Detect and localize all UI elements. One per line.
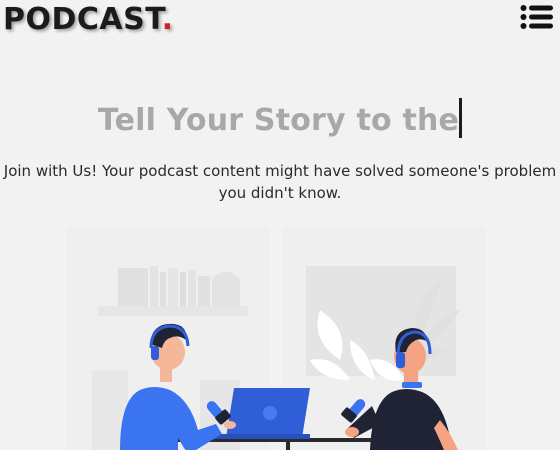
logo-text: PODCAST	[3, 2, 162, 37]
podcast-recording-illustration	[66, 226, 486, 450]
site-logo[interactable]: PODCAST.	[3, 2, 174, 38]
site-header: PODCAST.	[0, 0, 560, 42]
hero-subtitle-line2: you didn't know.	[218, 184, 342, 202]
hero-title: Tell Your Story to the	[0, 97, 560, 142]
typing-caret	[459, 97, 463, 138]
hero-subtitle-line1: Join with Us! Your podcast content might…	[3, 162, 557, 180]
podcast-illustration	[0, 220, 560, 450]
hero-title-text: Tell Your Story to the	[97, 103, 460, 138]
logo-dot: .	[161, 2, 174, 37]
hero-subtitle: Join with Us! Your podcast content might…	[0, 160, 560, 204]
list-menu-icon[interactable]	[520, 4, 554, 30]
